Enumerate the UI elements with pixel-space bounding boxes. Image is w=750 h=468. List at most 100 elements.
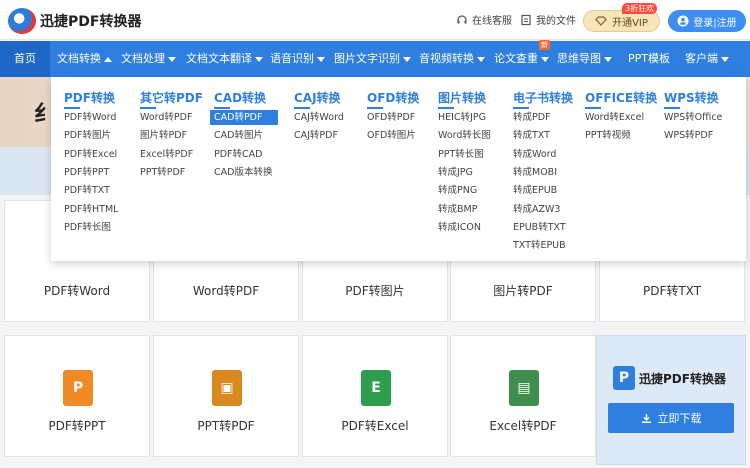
brand-logo-icon[interactable] [8, 8, 36, 34]
menu-item[interactable]: Word转Excel [585, 110, 644, 125]
menu-item[interactable]: Word转长图 [438, 128, 491, 143]
menu-item[interactable]: 转成BMP [438, 202, 477, 217]
tool-card-label: PPT转PDF [197, 419, 255, 433]
caret-down-icon [403, 56, 411, 62]
vip-promo-badge: 3折狂欢 [622, 3, 658, 14]
menu-item[interactable]: 转成Word [513, 147, 556, 162]
menu-item[interactable]: PDF转TXT [64, 183, 110, 198]
download-icon [641, 413, 651, 423]
menu-item[interactable]: WPS转Office [664, 110, 722, 125]
menu-item[interactable]: PDF转Word [64, 110, 116, 125]
column-title-wps-convert: WPS转换 [664, 91, 719, 109]
caret-down-icon [541, 56, 549, 62]
menu-item[interactable]: TXT转EPUB [513, 238, 566, 253]
menu-item-active[interactable]: CAD转PDF [210, 110, 278, 125]
user-icon [677, 15, 689, 27]
brand-name[interactable]: 迅捷PDF转换器 [40, 11, 141, 31]
tool-card-label: PDF转PPT [48, 419, 106, 433]
nav-translate[interactable]: 文档文本翻译 [186, 41, 263, 77]
excel-file-icon: E [361, 370, 391, 406]
tool-card-ppt-to-pdf[interactable]: ▣ PPT转PDF [153, 335, 299, 457]
nav-mindmap[interactable]: 思维导图 [557, 41, 612, 77]
excel-to-pdf-icon: ▤ [509, 370, 539, 406]
nav-speech-recognition[interactable]: 语音识别 [270, 41, 325, 77]
menu-item[interactable]: 转成AZW3 [513, 202, 560, 217]
menu-item[interactable]: PPT转长图 [438, 147, 484, 162]
my-files-link[interactable]: 我的文件 [520, 12, 576, 27]
menu-item[interactable]: 转成MOBI [513, 165, 557, 180]
nav-av-convert[interactable]: 音视频转换 [419, 41, 485, 77]
download-button[interactable]: 立即下载 [608, 403, 734, 433]
column-title-cad-convert: CAD转换 [214, 91, 267, 109]
menu-item[interactable]: PDF转CAD [214, 147, 262, 162]
nav-mindmap-label: 思维导图 [557, 52, 601, 65]
menu-item[interactable]: OFD转PDF [367, 110, 415, 125]
menu-item[interactable]: CAJ转PDF [294, 128, 338, 143]
nav-document-convert-label: 文档转换 [57, 52, 101, 65]
menu-item[interactable]: HEIC转JPG [438, 110, 486, 125]
nav-ppt-template[interactable]: PPT模板 [628, 41, 670, 77]
menu-item[interactable]: 转成JPG [438, 165, 473, 180]
menu-item[interactable]: PPT转视频 [585, 128, 631, 143]
login-register-button[interactable]: 登录|注册 [668, 10, 746, 32]
download-app-name: 迅捷PDF转换器 [639, 372, 726, 386]
menu-item[interactable]: PDF转长图 [64, 220, 111, 235]
nav-document-convert[interactable]: 文档转换 [57, 41, 112, 77]
caret-down-icon [604, 56, 612, 62]
nav-client[interactable]: 客户端 [685, 41, 729, 77]
tool-card-pdf-to-excel[interactable]: E PDF转Excel [302, 335, 448, 457]
menu-item[interactable]: OFD转图片 [367, 128, 416, 143]
my-files-label: 我的文件 [536, 16, 576, 27]
column-title-other-to-pdf: 其它转PDF [140, 91, 203, 109]
menu-item[interactable]: 转成PNG [438, 183, 477, 198]
online-service-link[interactable]: 在线客服 [456, 12, 512, 27]
menu-item[interactable]: WPS转PDF [664, 128, 713, 143]
column-title-pdf-convert: PDF转换 [64, 91, 115, 109]
column-title-office-convert: OFFICE转换 [585, 91, 658, 109]
download-panel: P 迅捷PDF转换器 立即下载 [596, 335, 746, 465]
menu-item[interactable]: 转成ICON [438, 220, 481, 235]
menu-item[interactable]: 转成PDF [513, 110, 551, 125]
nav-translate-label: 文档文本翻译 [186, 52, 252, 65]
tool-card-label: 图片转PDF [493, 284, 553, 298]
tool-card-pdf-to-ppt[interactable]: P PDF转PPT [4, 335, 150, 457]
tool-card-excel-to-pdf[interactable]: ▤ Excel转PDF [450, 335, 596, 457]
document-convert-dropdown: PDF转换 PDF转Word PDF转图片 PDF转Excel PDF转PPT … [51, 77, 746, 261]
menu-item[interactable]: CAD版本转换 [214, 165, 272, 180]
tool-card-label: PDF转Excel [341, 419, 409, 433]
menu-item[interactable]: PDF转图片 [64, 128, 111, 143]
tool-card-label: PDF转TXT [642, 284, 702, 298]
caret-down-icon [317, 56, 325, 62]
menu-item[interactable]: PDF转HTML [64, 202, 118, 217]
menu-item[interactable]: PDF转PPT [64, 165, 109, 180]
menu-item[interactable]: 转成TXT [513, 128, 550, 143]
menu-item[interactable]: Word转PDF [140, 110, 192, 125]
ppt-file-icon: P [63, 370, 93, 406]
top-header: 迅捷PDF转换器 在线客服 我的文件 开通VIP 3折狂欢 登录|注册 [0, 0, 750, 40]
new-badge: 新 [539, 40, 550, 50]
open-vip-label: 开通VIP [612, 17, 648, 29]
column-title-ebook-convert: 电子书转换 [513, 91, 574, 109]
tool-card-label: PDF转Word [43, 284, 111, 298]
tool-card-label: PDF转图片 [345, 284, 405, 298]
file-icon [521, 14, 531, 25]
menu-item[interactable]: PPT转PDF [140, 165, 185, 180]
menu-item[interactable]: CAD转图片 [214, 128, 263, 143]
nav-home[interactable]: 首页 [0, 41, 50, 77]
nav-speech-recognition-label: 语音识别 [270, 52, 314, 65]
ppt-to-pdf-icon: ▣ [212, 370, 242, 406]
menu-item[interactable]: 图片转PDF [140, 128, 187, 143]
tool-card-label: Word转PDF [192, 284, 260, 298]
column-title-ofd-convert: OFD转换 [367, 91, 420, 109]
nav-plagiarism-check-label: 论文查重 [494, 52, 538, 65]
column-title-caj-convert: CAJ转换 [294, 91, 341, 109]
nav-document-process[interactable]: 文档处理 [121, 41, 176, 77]
menu-item[interactable]: CAJ转Word [294, 110, 344, 125]
caret-down-icon [255, 56, 263, 62]
menu-item[interactable]: 转成EPUB [513, 183, 557, 198]
menu-item[interactable]: PDF转Excel [64, 147, 117, 162]
nav-image-ocr[interactable]: 图片文字识别 [334, 41, 411, 77]
menu-item[interactable]: Excel转PDF [140, 147, 193, 162]
nav-document-process-label: 文档处理 [121, 52, 165, 65]
menu-item[interactable]: EPUB转TXT [513, 220, 566, 235]
